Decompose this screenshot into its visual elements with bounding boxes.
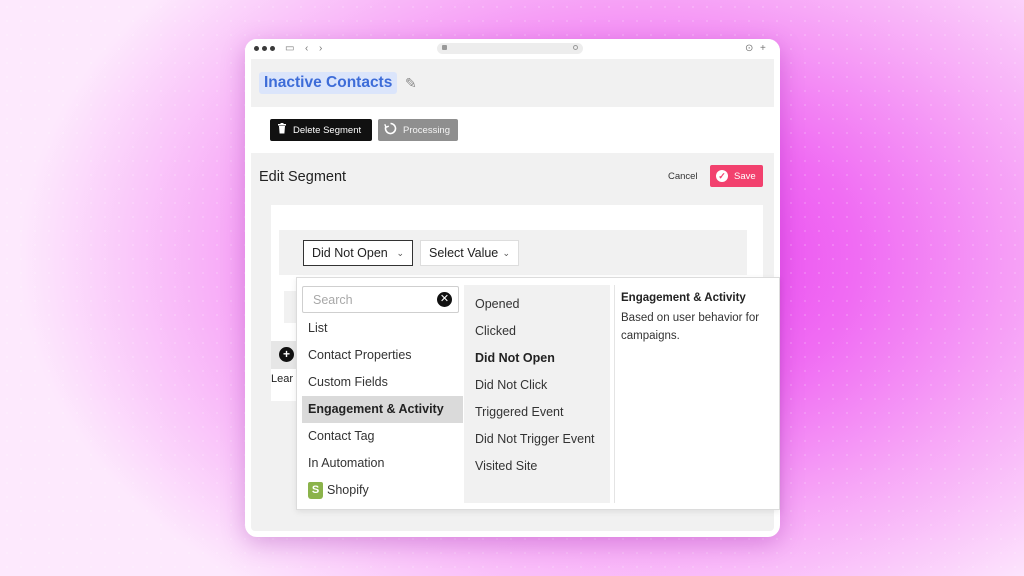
category-label: List [308,321,328,335]
window-controls[interactable] [254,46,275,51]
cancel-button[interactable]: Cancel [668,171,698,182]
chevron-down-icon: ⌄ [502,247,510,258]
search-field[interactable]: ✕ [302,286,459,313]
category-item-contact-tag[interactable]: Contact Tag [302,423,463,450]
shopify-bag-icon: S [308,482,323,499]
maximize-window-dot[interactable] [270,46,275,51]
option-item-did-not-trigger-event[interactable]: Did Not Trigger Event [464,426,610,453]
category-item-engagement-activity[interactable]: Engagement & Activity [302,396,463,423]
category-label: Contact Tag [308,429,375,443]
value-select-placeholder: Select Value [429,246,499,260]
description-text: Based on user behavior for campaigns. [621,312,760,342]
category-item-shopify[interactable]: S Shopify [302,477,463,504]
delete-segment-button[interactable]: Delete Segment [270,119,372,141]
value-select[interactable]: Select Value ⌄ [420,240,519,266]
processing-label: Processing [403,124,450,136]
condition-select-value: Did Not Open [312,246,388,260]
option-item-did-not-open[interactable]: Did Not Open [464,345,610,372]
category-item-custom-fields[interactable]: Custom Fields [302,369,463,396]
edit-segment-heading: Edit Segment [259,169,347,185]
new-tab-icon[interactable]: + [760,42,766,56]
option-item-visited-site[interactable]: Visited Site [464,453,610,480]
download-icon[interactable]: ⊙ [745,42,753,56]
rule-row: Did Not Open ⌄ Select Value ⌄ [279,230,747,275]
option-item-clicked[interactable]: Clicked [464,318,610,345]
segment-title[interactable]: Inactive Contacts [259,72,398,94]
option-list: Opened Clicked Did Not Open Did Not Clic… [464,285,610,503]
save-label: Save [734,170,756,182]
category-label: Engagement & Activity [308,402,444,416]
category-label: Shopify [327,483,369,497]
search-input[interactable] [303,287,453,312]
check-circle-icon: ✓ [716,170,728,182]
category-label: Custom Fields [308,375,388,389]
action-bar: Delete Segment Processing [251,107,774,153]
processing-button[interactable]: Processing [378,119,458,141]
back-icon[interactable]: ‹ [305,42,308,56]
option-item-opened[interactable]: Opened [464,291,610,318]
category-item-list[interactable]: List [302,315,463,342]
learn-link[interactable]: Lear [271,373,293,385]
plus-circle-icon[interactable]: + [279,347,294,362]
trash-icon [277,123,287,137]
sidebar-toggle-icon[interactable]: ▭ [285,42,294,56]
category-label: Contact Properties [308,348,412,362]
condition-dropdown: ✕ List Contact Properties Custom Fields … [296,277,780,510]
pencil-icon[interactable]: ✎ [405,75,417,92]
reload-icon[interactable] [573,45,578,50]
option-item-did-not-click[interactable]: Did Not Click [464,372,610,399]
category-label: In Automation [308,456,385,470]
browser-titlebar: ▭ ‹ › ⊙ + [245,39,780,59]
category-item-in-automation[interactable]: In Automation [302,450,463,477]
minimize-window-dot[interactable] [262,46,267,51]
delete-segment-label: Delete Segment [293,124,362,136]
option-item-triggered-event[interactable]: Triggered Event [464,399,610,426]
address-bar[interactable] [437,43,583,54]
condition-select[interactable]: Did Not Open ⌄ [303,240,413,266]
category-list: List Contact Properties Custom Fields En… [302,315,463,504]
close-circle-icon[interactable]: ✕ [437,292,452,307]
segment-header: Inactive Contacts ✎ [251,59,774,107]
refresh-icon [384,122,397,138]
description-title: Engagement & Activity [621,292,746,304]
description-divider [614,285,615,503]
forward-icon[interactable]: › [319,42,322,56]
close-window-dot[interactable] [254,46,259,51]
lock-icon [442,45,447,50]
chevron-down-icon: ⌄ [396,247,404,258]
save-button[interactable]: ✓ Save [710,165,763,187]
category-item-contact-properties[interactable]: Contact Properties [302,342,463,369]
